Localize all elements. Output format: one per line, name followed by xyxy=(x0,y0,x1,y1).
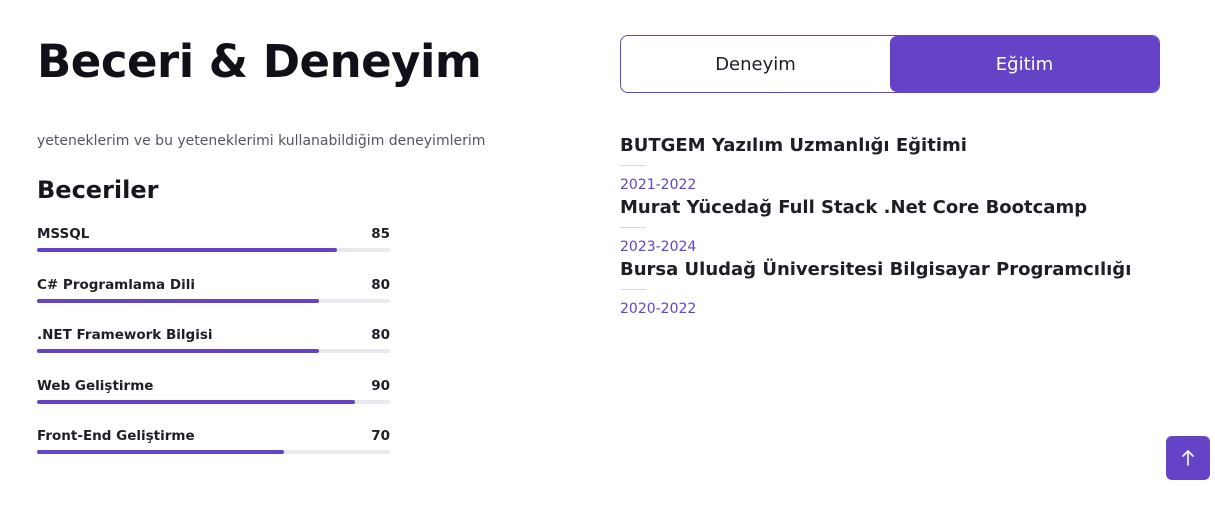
skill-progress-track xyxy=(37,248,390,252)
skill-progress-fill xyxy=(37,399,355,404)
skill-progress-track xyxy=(37,450,390,454)
education-date: 2023-2024 xyxy=(620,239,697,255)
education-item: BUTGEM Yazılım Uzmanlığı Eğitimi 2021-20… xyxy=(620,134,1180,196)
skills-heading: Beceriler xyxy=(37,176,159,204)
education-title: BUTGEM Yazılım Uzmanlığı Eğitimi xyxy=(620,135,967,156)
skill-value: 85 xyxy=(371,226,390,242)
skill-item: MSSQL 85 xyxy=(37,225,390,276)
skills-list: MSSQL 85 C# Programlama Dili 80 .NET Fra… xyxy=(37,225,390,478)
arrow-up-icon xyxy=(1182,450,1194,466)
skill-item: Web Geliştirme 90 xyxy=(37,377,390,428)
education-date: 2021-2022 xyxy=(620,177,697,193)
skill-progress-track xyxy=(37,298,390,303)
skill-item: .NET Framework Bilgisi 80 xyxy=(37,326,390,377)
skill-value: 90 xyxy=(371,377,390,394)
skill-progress-fill xyxy=(37,298,320,303)
page-subtitle: yeteneklerim ve bu yeteneklerimi kullana… xyxy=(37,133,486,149)
skill-progress-track xyxy=(37,399,390,404)
page-title: Beceri & Deneyim xyxy=(37,35,482,88)
divider xyxy=(620,227,646,228)
skill-label: C# Programlama Dili xyxy=(37,276,195,293)
scroll-to-top-button[interactable] xyxy=(1166,436,1210,480)
skill-label: MSSQL xyxy=(37,226,90,242)
tab-experience[interactable]: Deneyim xyxy=(621,36,890,92)
education-title: Bursa Uludağ Üniversitesi Bilgisayar Pro… xyxy=(620,259,1132,280)
skill-label: Front-End Geliştirme xyxy=(37,428,195,444)
skill-progress-track xyxy=(37,349,390,353)
skill-label: .NET Framework Bilgisi xyxy=(37,327,213,343)
skill-value: 80 xyxy=(371,276,390,293)
divider xyxy=(620,289,646,290)
education-item: Bursa Uludağ Üniversitesi Bilgisayar Pro… xyxy=(620,258,1180,320)
education-date: 2020-2022 xyxy=(620,301,697,317)
skill-progress-fill xyxy=(37,450,285,454)
education-list: BUTGEM Yazılım Uzmanlığı Eğitimi 2021-20… xyxy=(620,134,1180,320)
skill-value: 80 xyxy=(371,327,390,343)
education-title: Murat Yücedağ Full Stack .Net Core Bootc… xyxy=(620,197,1088,218)
tab-bar: Deneyim Eğitim xyxy=(620,35,1160,93)
divider xyxy=(620,165,646,166)
skill-progress-fill xyxy=(37,248,338,252)
skill-label: Web Geliştirme xyxy=(37,377,154,394)
skill-item: Front-End Geliştirme 70 xyxy=(37,427,390,478)
tab-education[interactable]: Eğitim xyxy=(890,36,1159,92)
education-item: Murat Yücedağ Full Stack .Net Core Bootc… xyxy=(620,196,1180,258)
skill-value: 70 xyxy=(371,428,390,444)
skill-progress-fill xyxy=(37,349,320,353)
skill-item: C# Programlama Dili 80 xyxy=(37,276,390,327)
